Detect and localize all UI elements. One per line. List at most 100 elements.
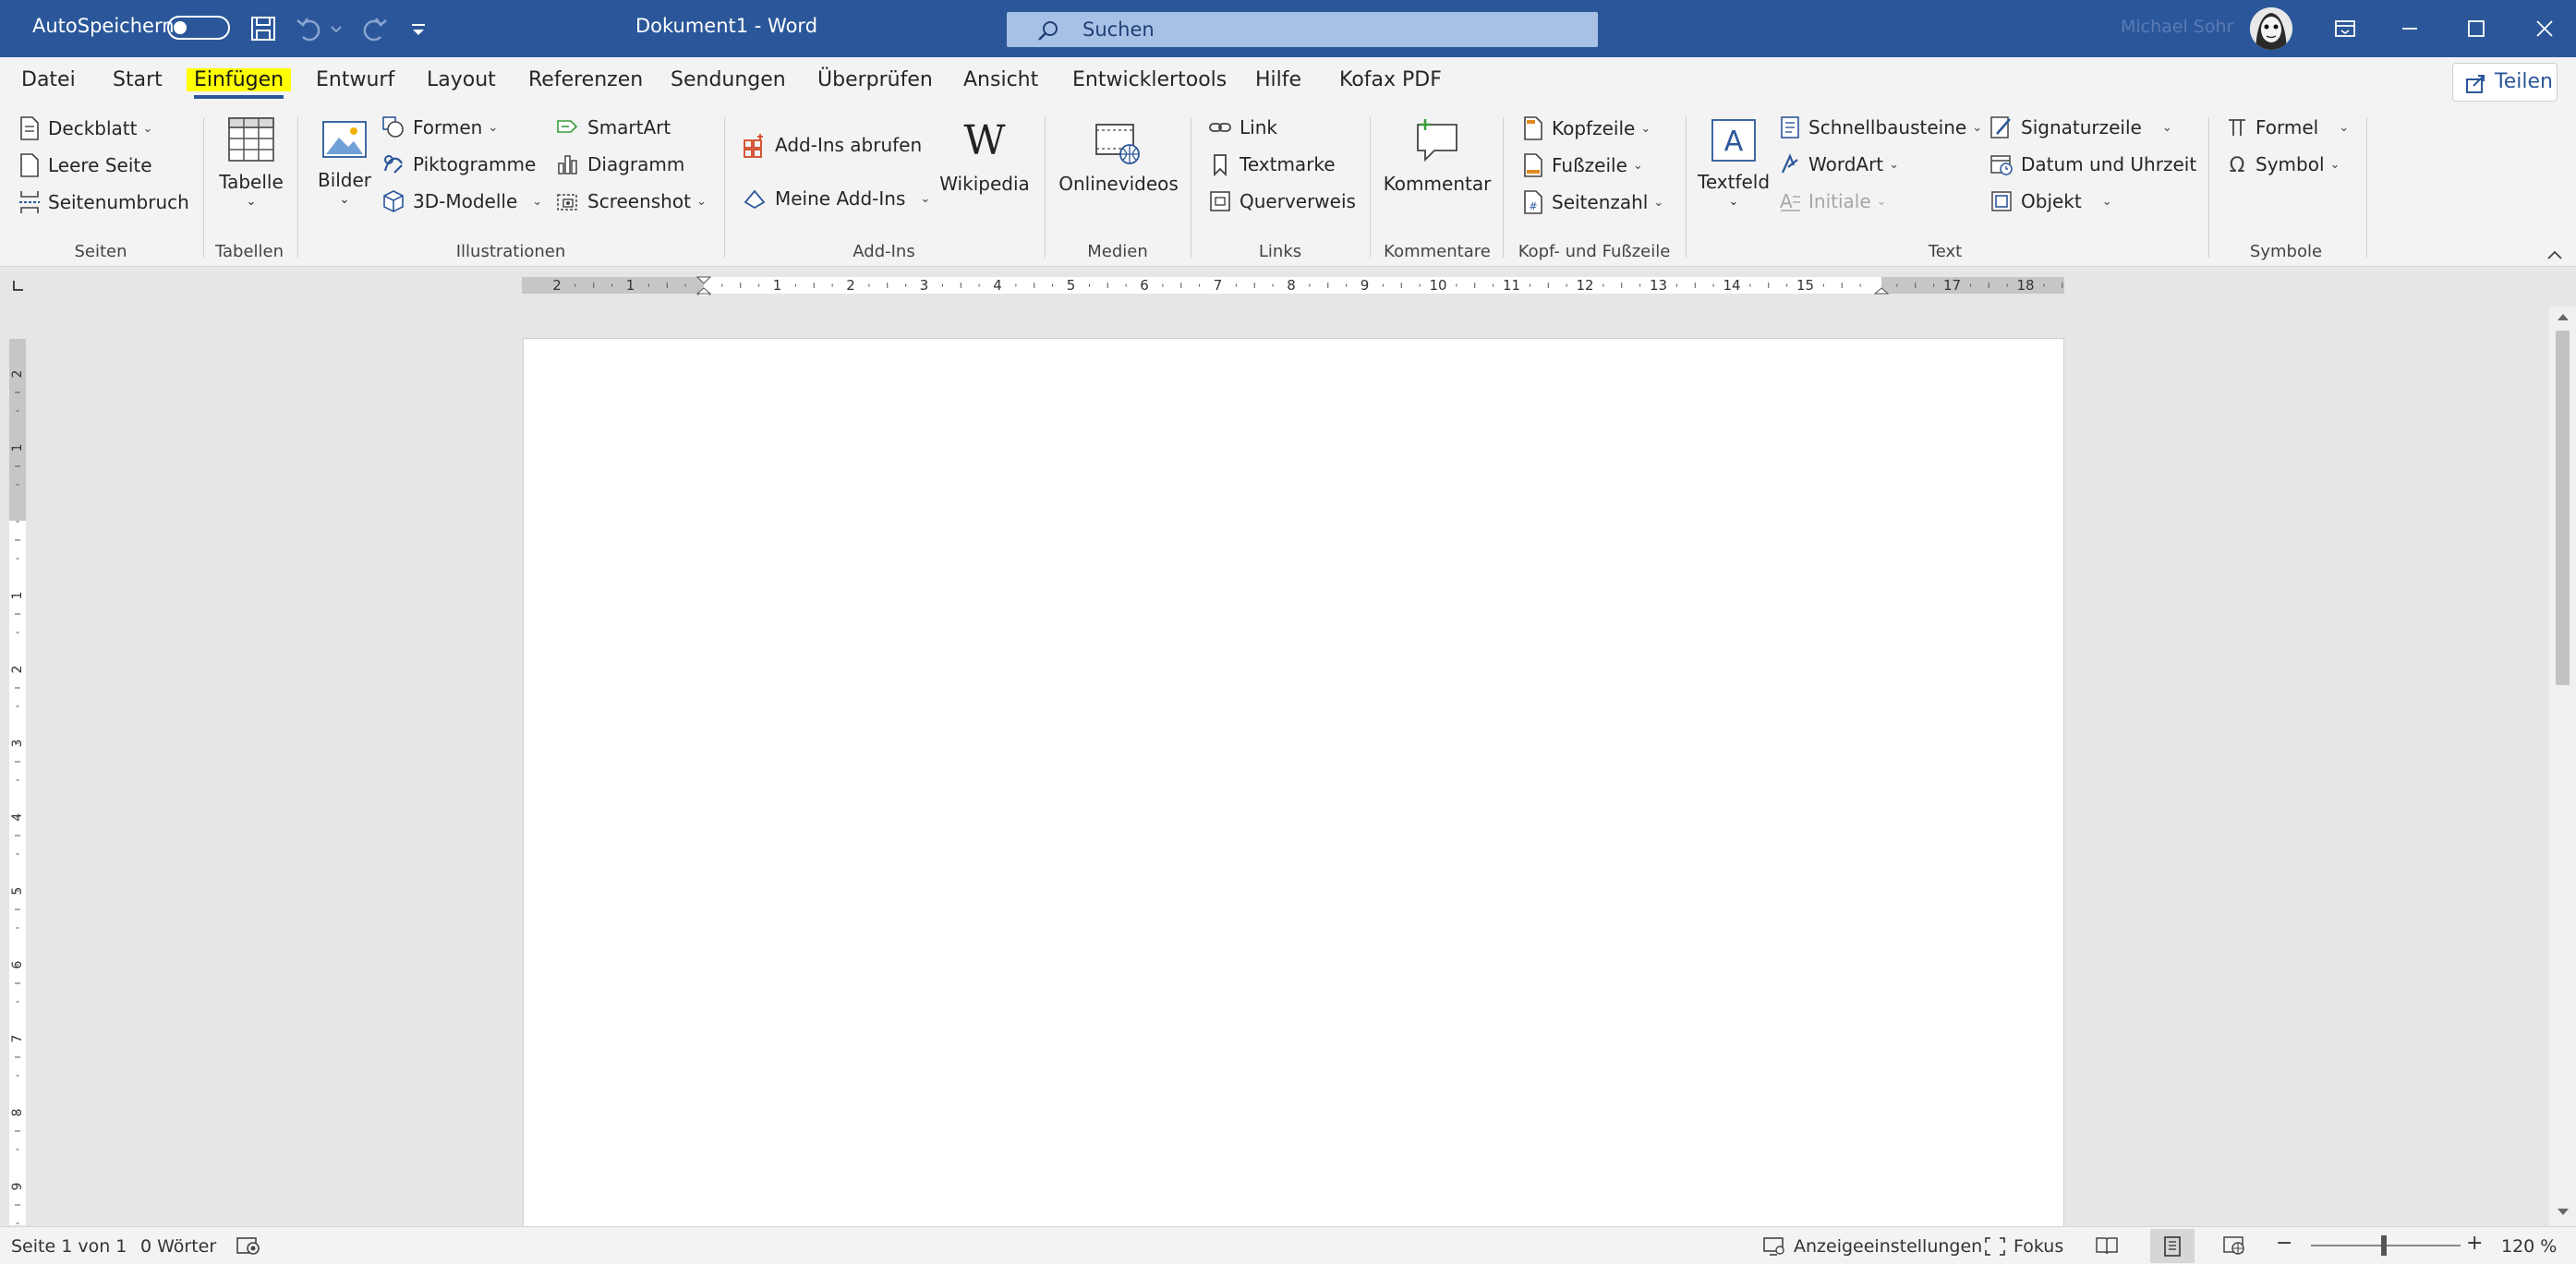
tabelle-button[interactable]: Tabelle ⌄ [215, 115, 287, 209]
undo-icon[interactable] [294, 13, 325, 44]
focus-label: Fokus [2014, 1236, 2064, 1257]
tab-einfuegen[interactable]: Einfügen [187, 68, 292, 99]
meine-add-ins-button[interactable]: Meine Add-Ins ⌄ [742, 186, 930, 211]
bilder-label: Bilder [317, 169, 372, 191]
tab-selector-icon[interactable] [7, 275, 30, 297]
zoom-in-icon[interactable]: + [2466, 1232, 2483, 1255]
3d-modelle-label: 3D-Modelle [413, 190, 518, 212]
redo-icon[interactable] [358, 13, 390, 44]
objekt-button[interactable]: Objekt ⌄ [1989, 189, 2112, 213]
user-avatar[interactable] [2250, 7, 2292, 50]
zoom-level[interactable]: 120 % [2501, 1236, 2557, 1257]
customize-qat-icon[interactable] [408, 13, 429, 44]
tab-layout[interactable]: Layout [427, 68, 496, 91]
smartart-button[interactable]: SmartArt [556, 115, 671, 139]
tab-sendungen[interactable]: Sendungen [671, 68, 786, 91]
web-layout-icon[interactable] [2222, 1235, 2246, 1256]
zoom-out-icon[interactable]: − [2276, 1232, 2292, 1255]
tab-ueberpruefen[interactable]: Überprüfen [817, 68, 933, 91]
title-bar: AutoSpeichern Dokument1 - Word Suchen Mi… [0, 0, 2576, 57]
page-count[interactable]: Seite 1 von 1 [11, 1236, 127, 1257]
screenshot-button[interactable]: Screenshot ⌄ [556, 189, 707, 213]
scroll-down-icon[interactable] [2555, 1206, 2571, 1219]
diagramm-button[interactable]: Diagramm [556, 152, 684, 176]
ribbon-display-options-icon[interactable] [2329, 13, 2361, 44]
tab-datei[interactable]: Datei [21, 68, 76, 91]
3d-modelle-button[interactable]: 3D-Modelle ⌄ [381, 189, 542, 213]
cover-page-icon [20, 116, 39, 140]
horizontal-ruler[interactable]: 2 1 1 2 3 4 5 6 7 8 9 10 11 12 13 14 15 17 18 [522, 275, 2064, 295]
fusszeile-button[interactable]: Fußzeile ⌄ [1522, 152, 1643, 178]
share-button[interactable]: Teilen [2452, 63, 2558, 102]
search-icon [1038, 21, 1058, 41]
collapse-ribbon-icon[interactable] [2544, 247, 2566, 263]
minimize-icon[interactable] [2394, 13, 2425, 44]
seitenumbruch-button[interactable]: Seitenumbruch [18, 189, 189, 215]
ruler-tick-label: 2 [552, 277, 562, 294]
search-box[interactable]: Suchen [1007, 12, 1598, 47]
bilder-button[interactable]: Bilder ⌄ [312, 119, 377, 207]
tab-entwurf[interactable]: Entwurf [316, 68, 394, 91]
tab-hilfe[interactable]: Hilfe [1255, 68, 1301, 91]
schnellbausteine-button[interactable]: Schnellbausteine ⌄ [1779, 115, 1982, 139]
textfeld-button[interactable]: A Textfeld ⌄ [1698, 117, 1770, 209]
onlinevideos-button[interactable]: Onlinevideos [1058, 121, 1179, 195]
tab-start[interactable]: Start [113, 68, 163, 91]
vertical-ruler[interactable]: 21123456789 [6, 339, 30, 1225]
kommentar-button[interactable]: Kommentar [1383, 115, 1492, 195]
querverweis-button[interactable]: Querverweis [1208, 189, 1356, 213]
word-count[interactable]: 0 Wörter [140, 1236, 216, 1257]
seitenzahl-button[interactable]: # Seitenzahl ⌄ [1522, 189, 1663, 215]
chart-icon [558, 155, 577, 175]
tab-kofax-pdf[interactable]: Kofax PDF [1339, 68, 1442, 91]
group-label-links: Links [1258, 242, 1302, 261]
tab-ansicht[interactable]: Ansicht [963, 68, 1038, 91]
link-label: Link [1240, 116, 1277, 138]
piktogramme-button[interactable]: Piktogramme [381, 152, 536, 176]
scroll-thumb[interactable] [2556, 331, 2570, 685]
display-settings-button[interactable]: Anzeigeeinstellungen [1762, 1236, 1982, 1257]
wikipedia-button[interactable]: W Wikipedia [937, 117, 1033, 195]
tab-referenzen[interactable]: Referenzen [528, 68, 643, 91]
status-bar: Seite 1 von 1 0 Wörter Anzeigeeinstellun… [0, 1226, 2576, 1264]
wordart-button[interactable]: WordArt ⌄ [1779, 152, 1899, 176]
link-button[interactable]: Link [1208, 115, 1277, 139]
search-placeholder: Suchen [1082, 18, 1155, 41]
formen-button[interactable]: Formen ⌄ [381, 115, 498, 139]
document-page[interactable] [523, 338, 2064, 1226]
symbol-button[interactable]: Ω Symbol ⌄ [2226, 152, 2340, 176]
vertical-scrollbar[interactable] [2549, 307, 2576, 1226]
macro-recording-icon[interactable] [236, 1234, 261, 1257]
maximize-icon[interactable] [2461, 13, 2492, 44]
add-ins-abrufen-button[interactable]: Add-Ins abrufen [742, 132, 922, 158]
print-layout-view-button[interactable] [2150, 1229, 2195, 1263]
ribbon: Deckblatt ⌄ Leere Seite Seitenumbruch Sei… [0, 108, 2576, 267]
footer-icon [1524, 153, 1542, 177]
focus-button[interactable]: Fokus [1984, 1236, 2063, 1257]
online-video-icon [1095, 124, 1140, 164]
formel-button[interactable]: Formel ⌄ [2226, 115, 2349, 139]
autosave-toggle[interactable] [167, 16, 230, 40]
user-name[interactable]: Michael Sohr [2121, 17, 2233, 37]
read-mode-icon[interactable] [2095, 1235, 2119, 1256]
leere-seite-button[interactable]: Leere Seite [18, 152, 152, 178]
tab-entwicklertools[interactable]: Entwicklertools [1072, 68, 1227, 91]
close-icon[interactable] [2529, 13, 2560, 44]
textmarke-button[interactable]: Textmarke [1208, 152, 1336, 176]
save-icon[interactable] [248, 13, 279, 44]
zoom-slider-thumb[interactable] [2381, 1235, 2387, 1256]
undo-dropdown-icon[interactable] [329, 13, 344, 44]
svg-text:A: A [1780, 190, 1793, 212]
scroll-up-icon[interactable] [2555, 310, 2571, 323]
deckblatt-button[interactable]: Deckblatt ⌄ [18, 115, 152, 141]
ruler-tick-label: 8 [1287, 277, 1296, 294]
symbol-label: Symbol [2256, 153, 2325, 175]
datum-uhrzeit-button[interactable]: Datum und Uhrzeit [1989, 152, 2196, 176]
initiale-button[interactable]: A Initiale ⌄ [1779, 189, 1887, 213]
seitenzahl-label: Seitenzahl [1552, 191, 1649, 213]
document-title: Dokument1 - Word [635, 15, 818, 37]
signaturzeile-button[interactable]: Signaturzeile ⌄ [1989, 115, 2172, 139]
group-label-add-ins: Add-Ins [853, 242, 915, 261]
kopfzeile-button[interactable]: Kopfzeile ⌄ [1522, 115, 1651, 141]
comment-icon [1417, 119, 1457, 163]
